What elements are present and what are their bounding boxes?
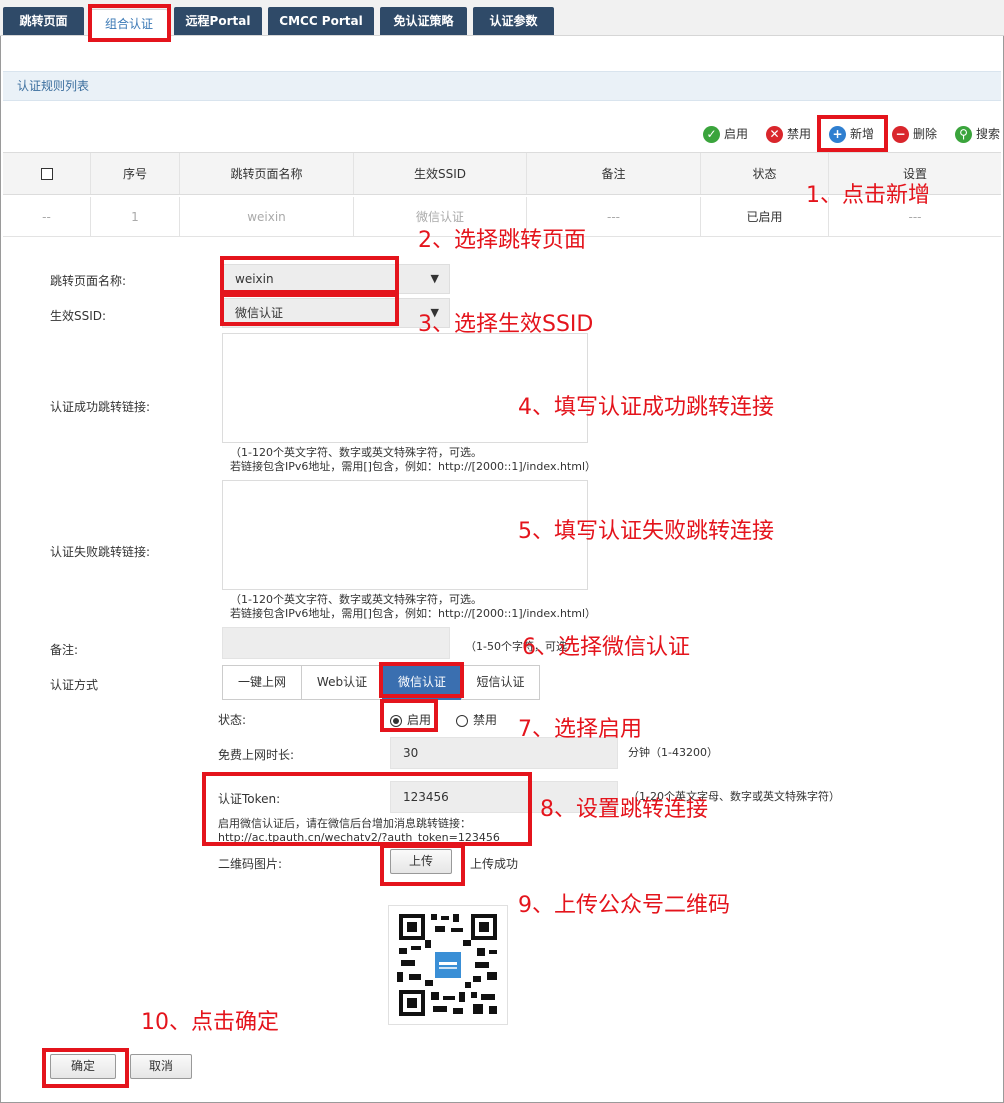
annotation-step-10: 10、点击确定 <box>141 1010 279 1035</box>
annotation-step-8: 8、设置跳转连接 <box>540 797 708 822</box>
qr-label: 二维码图片: <box>218 857 283 871</box>
enable-button[interactable]: ✓ 启用 <box>703 124 748 144</box>
upload-status: 上传成功 <box>470 857 519 871</box>
highlight-upload <box>380 844 465 886</box>
disable-button[interactable]: ✕ 禁用 <box>766 124 811 144</box>
row-page-name: weixin <box>180 197 354 236</box>
auth-method-web[interactable]: Web认证 <box>301 665 383 700</box>
highlight-wechat-auth <box>379 662 464 698</box>
header-index: 序号 <box>91 153 180 194</box>
auth-method-one-click[interactable]: 一键上网 <box>222 665 302 700</box>
success-link-hint-2: 若链接包含IPv6地址，需用[]包含，例如：http://[2000::1]/i… <box>230 460 597 473</box>
qr-code-icon <box>389 906 507 1024</box>
x-circle-icon: ✕ <box>766 126 783 143</box>
tab-auth-free-policy[interactable]: 免认证策略 <box>380 7 467 35</box>
fail-link-hint-1: （1-120个英文字符、数字或英文特殊字符，可选。 <box>230 593 482 606</box>
annotation-step-6: 6、选择微信认证 <box>522 635 690 660</box>
radio-unselected-icon <box>456 714 468 727</box>
success-link-label: 认证成功跳转链接: <box>50 400 151 414</box>
highlight-page-name <box>220 256 399 294</box>
tab-remote-portal[interactable]: 远程Portal <box>174 7 262 35</box>
page-name-label: 跳转页面名称: <box>50 274 127 288</box>
tab-auth-params[interactable]: 认证参数 <box>473 7 554 35</box>
minus-circle-icon: − <box>892 126 909 143</box>
highlight-status-enable <box>380 699 438 732</box>
tab-redirect-page[interactable]: 跳转页面 <box>3 7 84 35</box>
delete-button[interactable]: − 删除 <box>892 124 937 144</box>
annotation-step-7: 7、选择启用 <box>518 717 642 742</box>
free-time-hint: 分钟（1-43200） <box>628 746 718 759</box>
row-index: 1 <box>91 197 180 236</box>
ssid-label: 生效SSID: <box>50 309 107 323</box>
header-select-all[interactable] <box>3 153 91 194</box>
success-link-hint-1: （1-120个英文字符、数字或英文特殊字符，可选。 <box>230 446 482 459</box>
select-all-checkbox[interactable] <box>40 167 53 180</box>
auth-method-sms[interactable]: 短信认证 <box>461 665 540 700</box>
fail-link-hint-2: 若链接包含IPv6地址，需用[]包含，例如：http://[2000::1]/i… <box>230 607 597 620</box>
fail-link-label: 认证失败跳转链接: <box>50 545 151 559</box>
status-disable-radio[interactable]: 禁用 <box>456 711 497 728</box>
highlight-ok-button <box>42 1048 129 1088</box>
annotation-step-5: 5、填写认证失败跳转连接 <box>518 519 774 544</box>
free-time-label: 免费上网时长: <box>218 748 295 762</box>
note-input[interactable] <box>222 627 450 659</box>
highlight-add-button <box>817 115 888 152</box>
cancel-button[interactable]: 取消 <box>130 1054 192 1079</box>
check-circle-icon: ✓ <box>703 126 720 143</box>
header-note: 备注 <box>527 153 701 194</box>
tab-cmcc-portal[interactable]: CMCC Portal <box>268 7 374 35</box>
auth-method-label: 认证方式 <box>50 678 99 692</box>
highlight-combined-auth-tab <box>88 4 171 42</box>
annotation-step-4: 4、填写认证成功跳转连接 <box>518 395 774 420</box>
highlight-ssid <box>220 293 399 326</box>
annotation-step-2: 2、选择跳转页面 <box>418 228 586 253</box>
header-ssid: 生效SSID <box>354 153 527 194</box>
success-link-textarea[interactable] <box>222 333 588 443</box>
status-label: 状态: <box>218 713 247 727</box>
annotation-step-1: 1、点击新增 <box>806 183 930 208</box>
qr-code-image <box>388 905 508 1025</box>
search-button[interactable]: ⚲ 搜索 <box>955 124 1000 144</box>
annotation-step-9: 9、上传公众号二维码 <box>518 893 730 918</box>
highlight-token <box>202 772 532 846</box>
note-label: 备注: <box>50 643 79 657</box>
row-check: -- <box>3 197 91 236</box>
dropdown-arrow-icon: ▼ <box>430 272 439 285</box>
header-page-name: 跳转页面名称 <box>180 153 354 194</box>
section-title: 认证规则列表 <box>3 71 1001 101</box>
search-icon: ⚲ <box>955 126 972 143</box>
annotation-step-3: 3、选择生效SSID <box>418 312 594 337</box>
